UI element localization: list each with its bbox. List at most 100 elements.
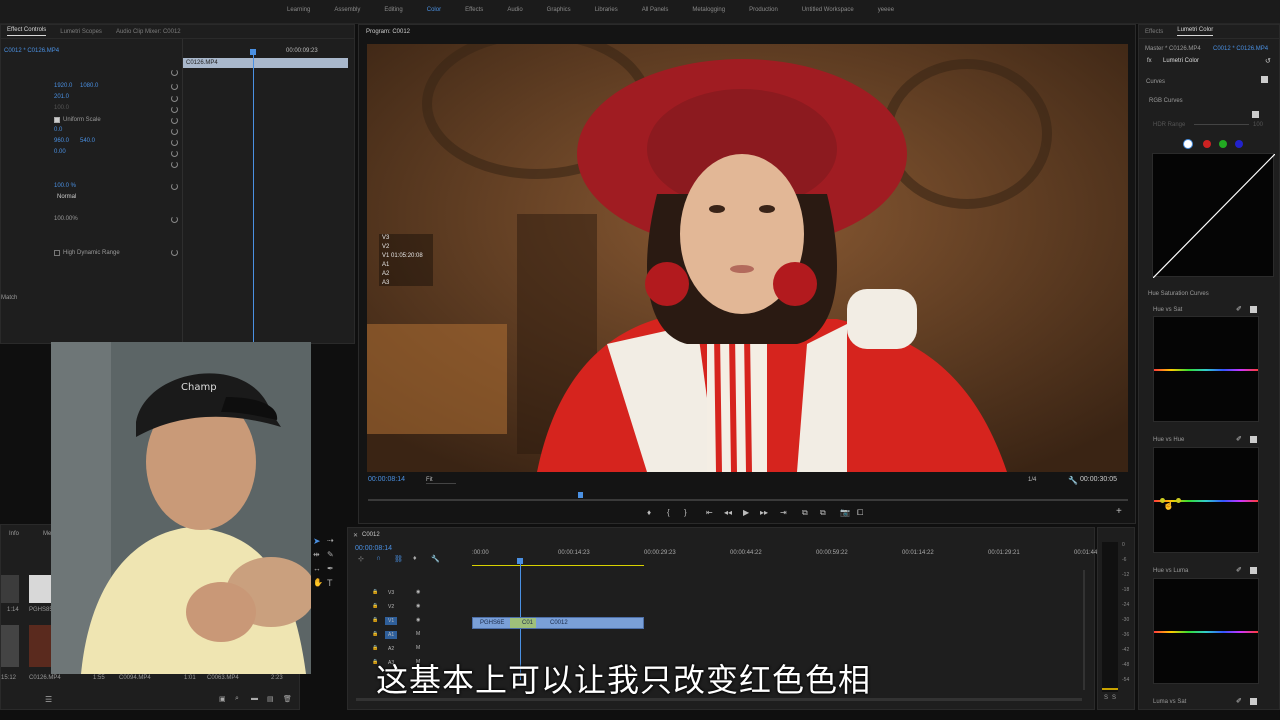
curve-channel-red[interactable] xyxy=(1203,140,1211,148)
hue-vs-sat-checkbox[interactable] xyxy=(1250,306,1257,313)
lumetri-target[interactable]: C0012 * C0126.MP4 xyxy=(1213,46,1268,52)
reset-icon[interactable] xyxy=(171,150,178,157)
curve-channel-white[interactable] xyxy=(1184,140,1192,148)
track-name[interactable]: A2 xyxy=(385,645,397,653)
tab-effect-controls[interactable]: Effect Controls xyxy=(7,27,47,36)
export-frame-icon[interactable]: 📷 xyxy=(840,508,850,517)
tab-audio-clip-mixer[interactable]: Audio Clip Mixer: C0012 xyxy=(116,29,181,35)
eyedropper-icon[interactable]: ✐ xyxy=(1236,697,1242,705)
hue-vs-luma-checkbox[interactable] xyxy=(1250,567,1257,574)
toggle-output-icon[interactable]: ◉ xyxy=(416,603,420,609)
solo-button[interactable]: S xyxy=(1112,695,1116,701)
position-x-value[interactable]: 1920.0 xyxy=(54,83,72,89)
curve-channel-green[interactable] xyxy=(1219,140,1227,148)
program-current-time[interactable]: 00:00:08:14 xyxy=(368,476,405,483)
lock-icon[interactable]: 🔒 xyxy=(372,603,378,609)
workspace-tab[interactable]: Editing xyxy=(372,7,414,19)
curves-section-label[interactable]: Curves xyxy=(1146,79,1165,85)
workspace-tab[interactable]: yeeee xyxy=(866,7,906,19)
anchor-x-value[interactable]: 960.0 xyxy=(54,138,69,144)
lock-icon[interactable]: 🔒 xyxy=(372,645,378,651)
curves-enable-checkbox[interactable] xyxy=(1261,76,1268,83)
speed-value[interactable]: 100.00% xyxy=(54,216,78,222)
reset-icon[interactable] xyxy=(171,216,178,223)
ec-playhead[interactable] xyxy=(253,51,254,343)
reset-icon[interactable] xyxy=(171,95,178,102)
track-name[interactable]: V2 xyxy=(385,603,397,611)
reset-icon[interactable] xyxy=(171,117,178,124)
hue-vs-hue-checkbox[interactable] xyxy=(1250,436,1257,443)
tab-effects[interactable]: Effects xyxy=(1145,29,1163,35)
track-header[interactable]: V2 🔒 ◉ xyxy=(348,600,470,613)
program-scrub-bar[interactable] xyxy=(368,499,1128,501)
source-clip-label[interactable]: C0012 * C0126.MP4 xyxy=(4,48,59,54)
tab-lumetri-color[interactable]: Lumetri Color xyxy=(1177,27,1214,36)
workspace-tab[interactable]: Assembly xyxy=(322,7,372,19)
nest-icon[interactable]: ⊹ xyxy=(358,555,364,563)
list-view-icon[interactable]: ☰ xyxy=(45,695,52,704)
project-thumb[interactable] xyxy=(1,625,19,667)
hue-vs-sat-graph[interactable] xyxy=(1153,316,1259,422)
linked-icon[interactable]: ⛓ xyxy=(394,555,403,563)
mark-out-icon[interactable]: } xyxy=(684,508,687,517)
work-area-bar[interactable] xyxy=(472,565,644,566)
step-back-icon[interactable]: ◂◂ xyxy=(724,508,732,517)
hdr-range-value[interactable]: 100 xyxy=(1253,122,1263,128)
eyedropper-icon[interactable]: ✐ xyxy=(1236,435,1242,443)
antiflicker-value[interactable]: 0.00 xyxy=(54,149,66,155)
step-forward-icon[interactable]: ▸▸ xyxy=(760,508,768,517)
resolution-dropdown[interactable]: 1/4 xyxy=(1028,477,1036,483)
sequence-tab[interactable]: C0012 xyxy=(362,532,380,538)
ripple-edit-icon[interactable]: ⇹ xyxy=(313,550,320,559)
track-name[interactable]: V1 xyxy=(385,617,398,625)
rgb-curve-graph[interactable] xyxy=(1152,153,1276,279)
reset-icon[interactable] xyxy=(171,128,178,135)
lumetri-effect-dropdown[interactable]: Lumetri Color xyxy=(1163,58,1253,64)
opacity-value[interactable]: 100.0 % xyxy=(54,183,76,189)
type-tool-icon[interactable]: T xyxy=(327,578,333,588)
eyedropper-icon[interactable]: ✐ xyxy=(1236,566,1242,574)
lock-icon[interactable]: 🔒 xyxy=(372,631,378,637)
selection-tool-icon[interactable]: ➤ xyxy=(313,536,321,547)
hand-icon[interactable]: ✋ xyxy=(313,578,323,587)
button-editor-icon[interactable]: + xyxy=(1116,506,1122,517)
hdr-checkbox[interactable] xyxy=(54,250,60,256)
mark-in-icon[interactable]: { xyxy=(667,508,670,517)
reset-icon[interactable] xyxy=(171,106,178,113)
workspace-tab[interactable]: Effects xyxy=(453,7,495,19)
workspace-tab[interactable]: Metalogging xyxy=(680,7,737,19)
program-video-frame[interactable] xyxy=(367,44,1128,472)
blend-mode-dropdown[interactable]: Normal xyxy=(57,194,127,200)
rotation-value[interactable]: 0.0 xyxy=(54,127,62,133)
position-y-value[interactable]: 1080.0 xyxy=(80,83,98,89)
lumetri-source[interactable]: Master * C0126.MP4 xyxy=(1145,46,1201,52)
project-thumb[interactable] xyxy=(1,575,19,603)
workspace-tab[interactable]: All Panels xyxy=(630,7,681,19)
workspace-tab[interactable]: Production xyxy=(737,7,790,19)
ec-playhead-handle[interactable] xyxy=(250,49,256,55)
timeline-current-time[interactable]: 00:00:08:14 xyxy=(355,545,392,552)
hdr-range-slider[interactable] xyxy=(1194,124,1249,125)
anchor-y-value[interactable]: 540.0 xyxy=(80,138,95,144)
program-playhead[interactable] xyxy=(578,492,583,498)
new-bin-icon[interactable]: ▣ xyxy=(219,695,226,703)
track-header[interactable]: V1 🔒 ◉ xyxy=(348,614,470,627)
workspace-tab[interactable]: Untitled Workspace xyxy=(790,7,866,19)
hue-vs-hue-graph[interactable]: ☝ xyxy=(1153,447,1259,553)
rgb-curves-checkbox[interactable] xyxy=(1252,111,1259,118)
tab-info[interactable]: Info xyxy=(9,531,19,537)
track-select-icon[interactable]: ⇢ xyxy=(327,536,334,545)
workspace-tab[interactable]: Libraries xyxy=(583,7,630,19)
track-header[interactable]: A1 🔒 M xyxy=(348,628,470,641)
track-name[interactable]: V3 xyxy=(385,589,397,597)
reset-icon[interactable] xyxy=(171,83,178,90)
scale-width-value[interactable]: 100.0 xyxy=(54,105,69,111)
timeline-vscrollbar[interactable] xyxy=(1083,570,1085,690)
rgb-curves-label[interactable]: RGB Curves xyxy=(1149,98,1183,104)
close-sequence-icon[interactable]: ✕ xyxy=(353,532,358,539)
go-to-out-icon[interactable]: ⇥ xyxy=(780,508,787,517)
workspace-tab[interactable]: Learning xyxy=(275,7,322,19)
curve-channel-blue[interactable] xyxy=(1235,140,1243,148)
wrench-icon[interactable]: 🔧 xyxy=(1068,476,1078,485)
luma-vs-sat-checkbox[interactable] xyxy=(1250,698,1257,705)
